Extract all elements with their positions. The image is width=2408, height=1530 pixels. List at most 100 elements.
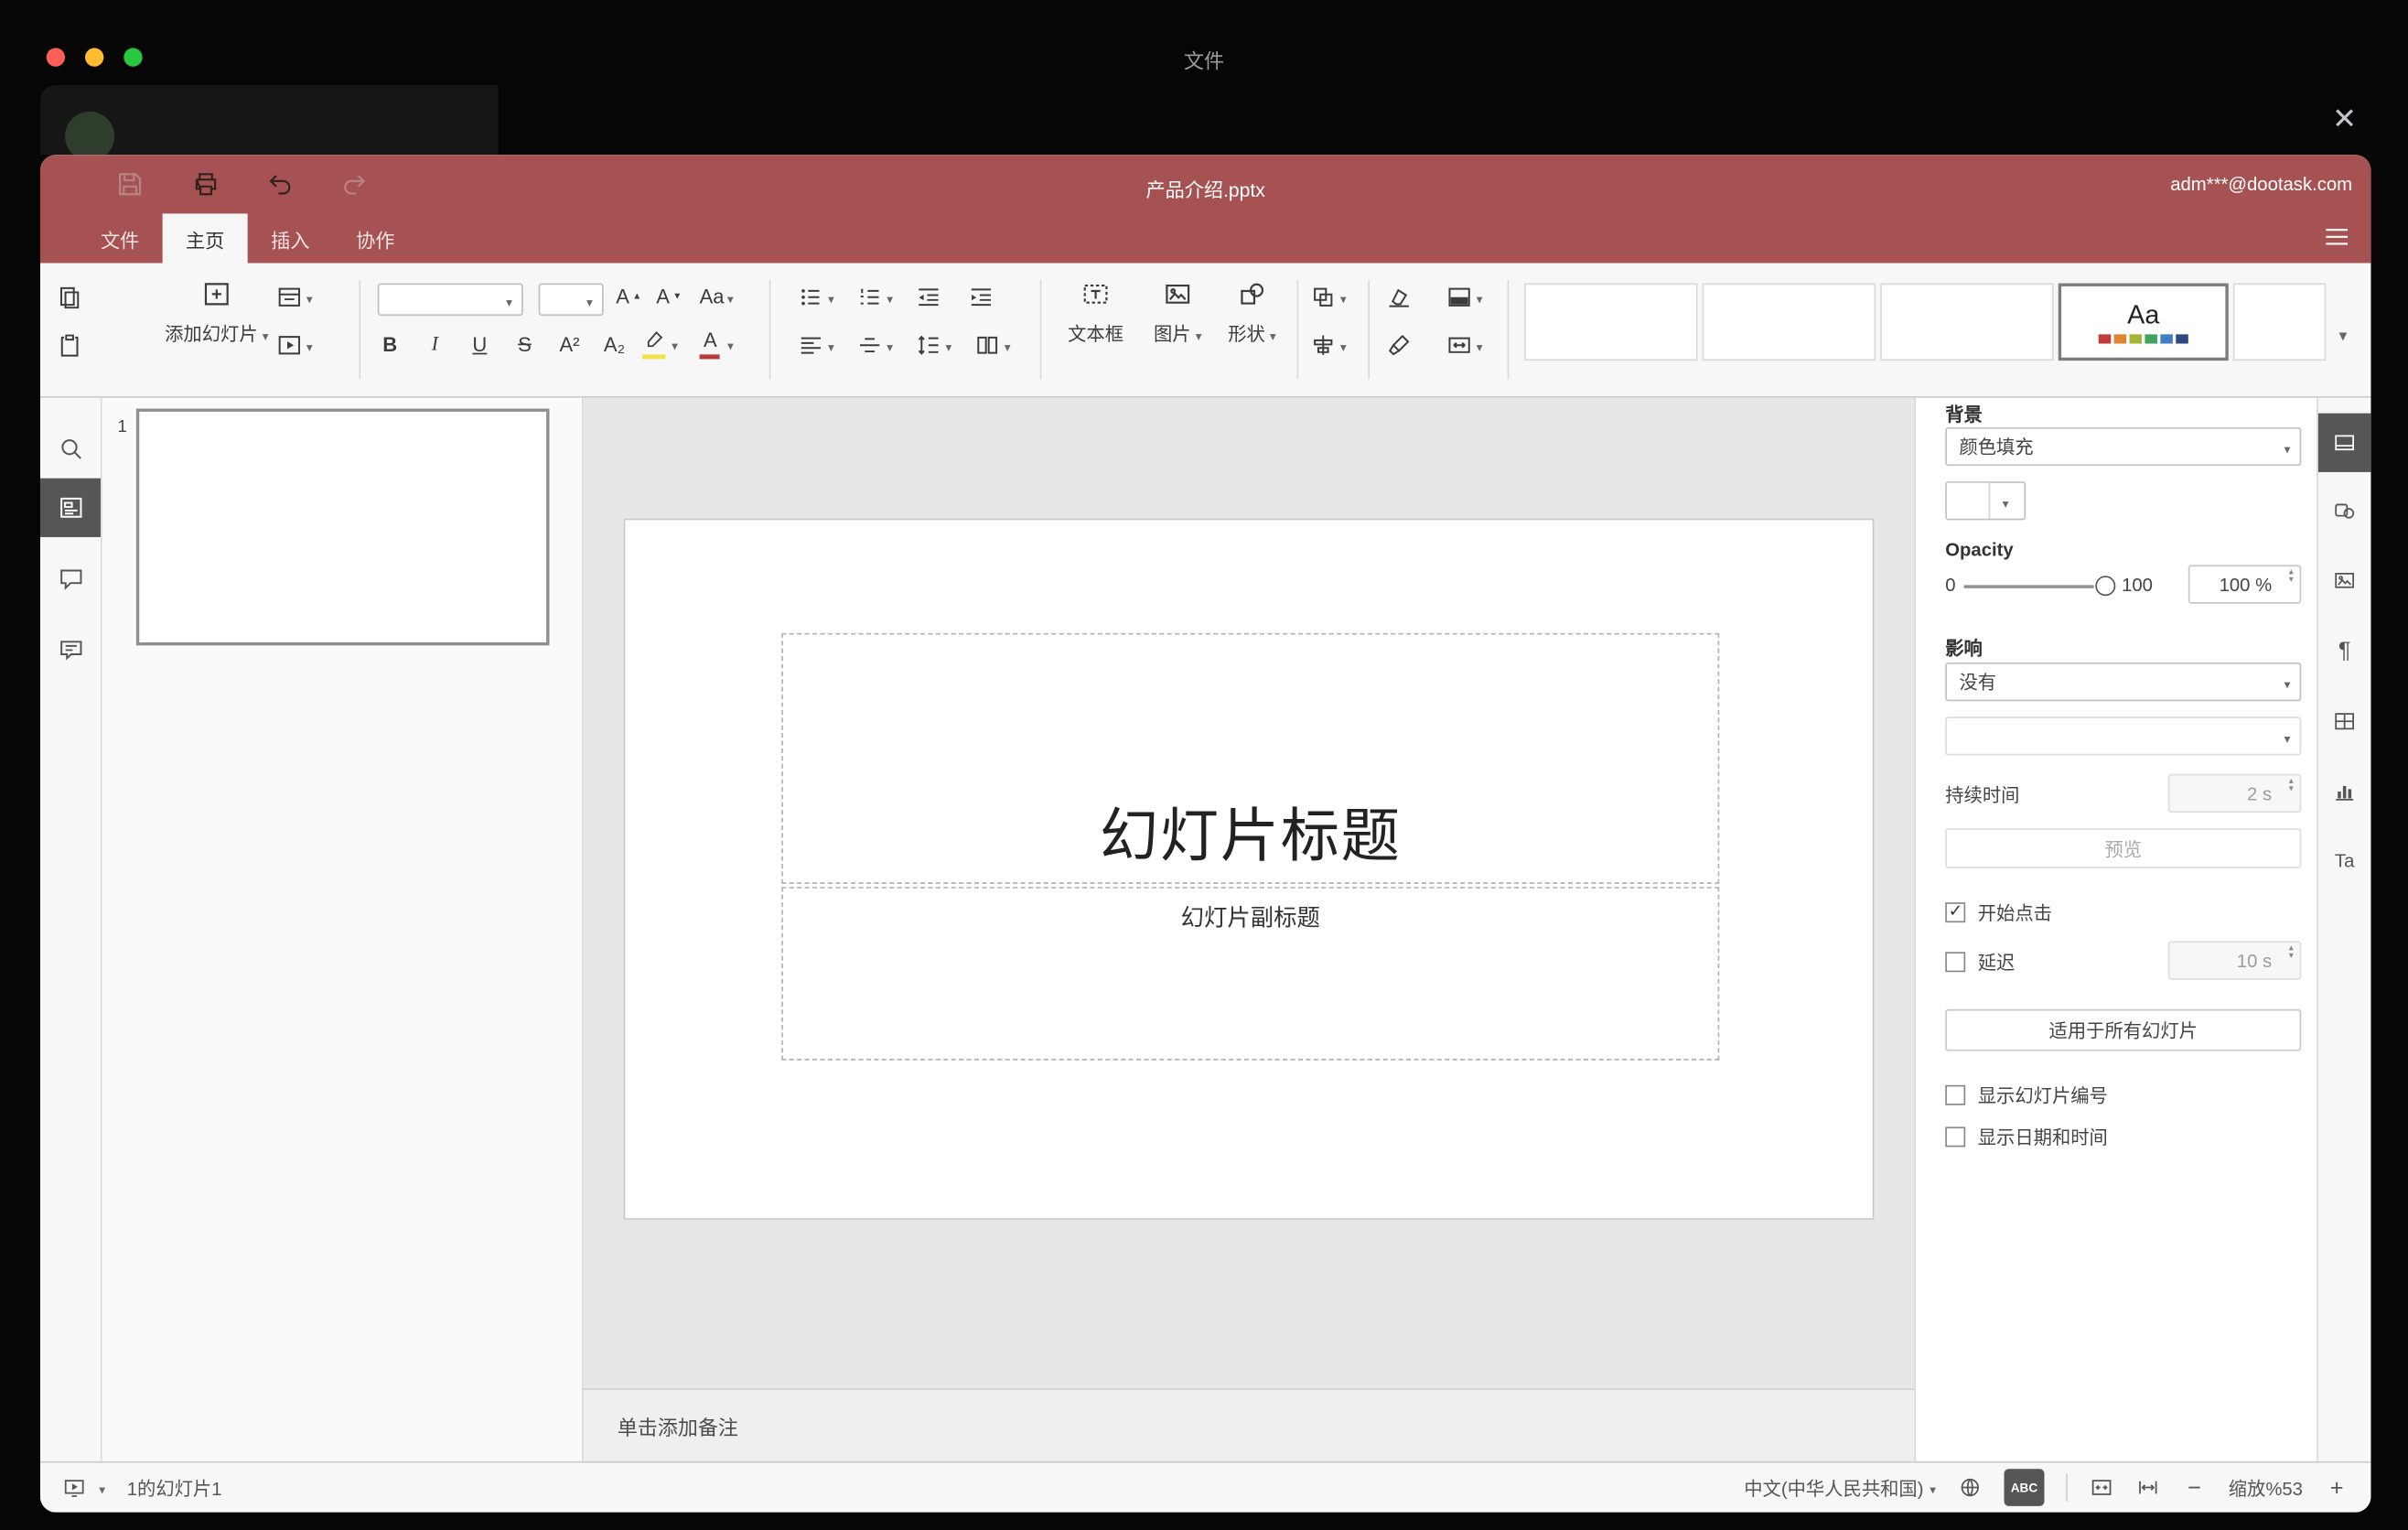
underline-button[interactable]: U (461, 329, 499, 360)
change-case-button[interactable]: Aa (700, 285, 734, 307)
font-color-button[interactable]: A (696, 329, 734, 360)
line-spacing-button[interactable] (915, 331, 952, 359)
delay-spinner[interactable]: 10 s ▴ ▾ (2167, 941, 2302, 980)
tab-home[interactable]: 主页 (162, 213, 248, 264)
slide-title-placeholder[interactable]: 幻灯片标题 (781, 632, 1720, 884)
chevron-down-icon (506, 290, 512, 308)
document-language-icon[interactable] (1958, 1475, 1983, 1500)
image-settings-icon[interactable] (2318, 551, 2371, 609)
numbering-button[interactable] (855, 284, 893, 311)
theme-gallery-expand-button[interactable] (2340, 320, 2347, 345)
start-slideshow-statusbar-button[interactable] (62, 1475, 105, 1500)
status-bar: 1的幻灯片1 中文(中华人民共和国) ABC − 缩放%53 + (39, 1460, 2371, 1513)
spellcheck-icon[interactable]: ABC (2004, 1469, 2045, 1506)
start-on-click-checkbox[interactable]: 开始点击 (1945, 900, 2052, 926)
show-date-time-checkbox[interactable]: 显示日期和时间 (1945, 1124, 2108, 1150)
columns-button[interactable] (973, 331, 1011, 359)
increase-font-button[interactable]: A ▲ (616, 285, 641, 307)
paste-button[interactable] (56, 331, 83, 359)
undo-icon[interactable] (264, 168, 296, 199)
spinner-arrows-icon[interactable]: ▴ ▾ (2289, 777, 2294, 795)
opacity-spinner[interactable]: 100 % ▴ ▾ (2188, 565, 2302, 604)
effect-select[interactable]: 没有 (1945, 662, 2302, 702)
print-icon[interactable] (190, 168, 221, 199)
mac-window-title: 文件 (1183, 49, 1224, 73)
bold-button[interactable]: B (371, 329, 409, 360)
horizontal-align-button[interactable] (797, 331, 834, 359)
theme-thumbnail-1[interactable] (1524, 283, 1698, 361)
redo-icon[interactable] (339, 168, 370, 199)
theme-thumbnail-3[interactable] (1880, 283, 2054, 361)
fill-color-picker[interactable] (1945, 481, 2026, 521)
font-size-select[interactable] (538, 283, 604, 317)
text-art-settings-icon[interactable]: Ta (2318, 831, 2371, 889)
slide-fill-button[interactable] (1446, 284, 1483, 311)
align-shapes-button[interactable] (1309, 331, 1347, 359)
strikeout-button[interactable]: S (506, 329, 543, 360)
close-icon[interactable] (2325, 99, 2365, 139)
slide-subtitle-placeholder[interactable]: 幻灯片副标题 (781, 887, 1720, 1061)
screen: 文件 产品介绍.pptx adm***@dootask.com 文件 主页 插入… (0, 0, 2408, 1530)
opacity-slider-handle[interactable] (2095, 576, 2116, 597)
zoom-level[interactable]: 缩放%53 (2229, 1474, 2303, 1501)
vertical-align-button[interactable] (855, 331, 893, 359)
decrease-indent-button[interactable] (915, 284, 942, 311)
duration-spinner[interactable]: 2 s ▴ ▾ (2167, 773, 2302, 813)
zoom-out-button[interactable]: − (2182, 1474, 2207, 1501)
theme-thumbnail-2[interactable] (1702, 283, 1876, 361)
slide-settings-icon[interactable] (2317, 413, 2371, 472)
slide-thumbnail-number: 1 (117, 417, 127, 437)
fit-to-slide-icon[interactable] (2089, 1475, 2113, 1500)
fit-to-width-icon[interactable] (2135, 1475, 2160, 1500)
theme-thumbnail-5[interactable] (2232, 283, 2327, 361)
slide-thumbnail[interactable] (135, 408, 550, 646)
copy-style-button[interactable] (1385, 331, 1413, 359)
insert-image-button[interactable]: 图片 (1142, 278, 1213, 346)
menu-icon[interactable] (2321, 221, 2352, 253)
spinner-arrows-icon[interactable]: ▴ ▾ (2289, 944, 2294, 963)
save-icon[interactable] (114, 168, 145, 199)
background-fill-select[interactable]: 颜色填充 (1945, 426, 2302, 467)
slide-size-button[interactable] (1446, 331, 1483, 359)
effect-variant-select[interactable] (1945, 717, 2302, 756)
spinner-arrows-icon[interactable]: ▴ ▾ (2289, 568, 2294, 586)
chat-icon[interactable] (40, 620, 101, 679)
tab-file[interactable]: 文件 (78, 213, 163, 263)
tab-insert[interactable]: 插入 (248, 213, 333, 263)
table-settings-icon[interactable] (2318, 692, 2371, 750)
slides-panel-icon[interactable] (39, 478, 101, 537)
document-title: 产品介绍.pptx (1145, 179, 1265, 201)
clear-style-button[interactable] (1385, 284, 1413, 311)
apply-to-all-slides-button[interactable]: 适用于所有幻灯片 (1945, 1008, 2302, 1051)
delay-checkbox[interactable]: 延迟 (1945, 949, 2015, 975)
tab-collaboration[interactable]: 协作 (333, 213, 418, 263)
highlight-color-button[interactable] (640, 329, 678, 360)
arrange-shapes-button[interactable] (1309, 284, 1347, 311)
paragraph-settings-icon[interactable]: ¶ (2318, 620, 2371, 679)
language-select[interactable]: 中文(中华人民共和国) (1744, 1474, 1936, 1501)
italic-button[interactable]: I (416, 329, 454, 360)
font-name-select[interactable] (377, 283, 523, 317)
opacity-slider-track[interactable] (1963, 585, 2094, 588)
theme-thumbnail-selected[interactable]: Aa (2058, 283, 2229, 361)
subscript-button[interactable]: A₂ (596, 329, 633, 360)
chart-settings-icon[interactable] (2318, 761, 2371, 820)
show-slide-number-checkbox[interactable]: 显示幻灯片编号 (1945, 1082, 2108, 1108)
slide-canvas[interactable]: 幻灯片标题 幻灯片副标题 (623, 518, 1875, 1220)
search-icon[interactable] (40, 419, 101, 478)
comments-icon[interactable] (40, 549, 101, 608)
preview-button[interactable]: 预览 (1945, 827, 2302, 868)
chevron-down-icon (2284, 437, 2291, 456)
superscript-button[interactable]: A² (551, 329, 588, 360)
decrease-font-button[interactable]: A ▼ (656, 285, 682, 307)
copy-button[interactable] (56, 284, 83, 311)
change-layout-button[interactable] (275, 284, 313, 311)
notes-area[interactable]: 单击添加备注 (583, 1388, 1915, 1461)
start-slideshow-button[interactable] (275, 331, 313, 359)
shape-settings-icon[interactable] (2318, 481, 2371, 540)
zoom-in-button[interactable]: + (2325, 1474, 2349, 1501)
insert-shape-button[interactable]: 形状 (1217, 278, 1288, 346)
increase-indent-button[interactable] (967, 284, 994, 311)
bullets-button[interactable] (797, 284, 834, 311)
insert-textbox-button[interactable]: 文本框 (1059, 278, 1133, 346)
